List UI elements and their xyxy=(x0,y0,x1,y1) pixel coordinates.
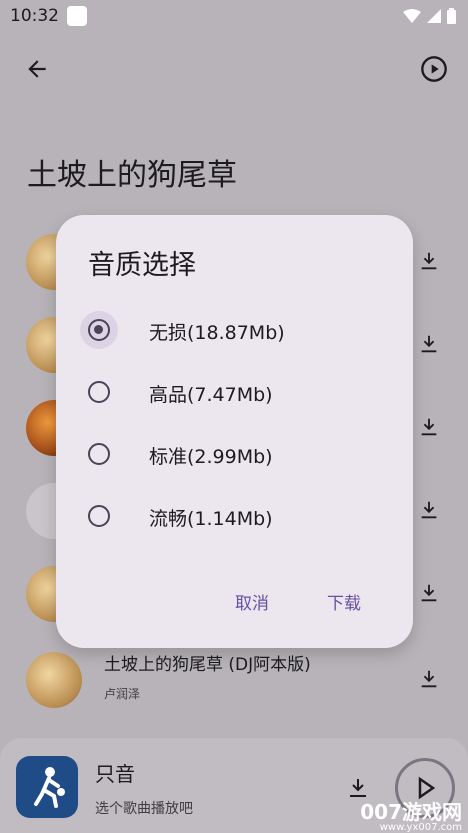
basketball-player-icon xyxy=(34,767,65,808)
player-subtitle: 选个歌曲播放吧 xyxy=(95,801,193,817)
song-artist: 卢润泽 xyxy=(104,687,141,701)
download-icon[interactable] xyxy=(418,333,440,355)
option-label: 高品(7.47Mb) xyxy=(149,384,273,406)
quality-dialog: 音质选择 无损(18.87Mb) 高品(7.47Mb) 标准(2.99Mb) 流… xyxy=(56,215,413,648)
watermark-url: www.yx007.com xyxy=(379,822,462,833)
option-label: 标准(2.99Mb) xyxy=(149,446,273,468)
quality-option-high[interactable]: 高品(7.47Mb) xyxy=(56,363,413,425)
battery-icon xyxy=(447,8,456,24)
dialog-title: 音质选择 xyxy=(88,250,196,281)
status-bar: 10:32 xyxy=(0,0,468,34)
song-title: 土坡上的狗尾草 (DJ阿本版) xyxy=(104,655,311,675)
signal-icon xyxy=(427,9,441,23)
radio-icon[interactable] xyxy=(88,381,110,403)
quality-option-smooth[interactable]: 流畅(1.14Mb) xyxy=(56,487,413,549)
watermark: 007游戏网 xyxy=(360,800,462,824)
list-item[interactable]: 土坡上的狗尾草 (DJ阿本版) 卢润泽 xyxy=(0,640,468,720)
player-cover xyxy=(16,756,78,818)
wifi-icon xyxy=(403,9,421,23)
status-icons xyxy=(403,8,456,24)
download-button[interactable]: 下载 xyxy=(327,589,361,614)
download-icon[interactable] xyxy=(418,416,440,438)
song-cover xyxy=(26,652,82,708)
radio-icon[interactable] xyxy=(88,443,110,465)
mini-player[interactable]: 只音 选个歌曲播放吧 007游戏网 www.yx007.com xyxy=(0,738,468,833)
player-title: 只音 xyxy=(95,762,135,786)
status-time: 10:32 xyxy=(10,6,59,26)
page-title: 土坡上的狗尾草 xyxy=(27,158,237,193)
download-icon[interactable] xyxy=(418,250,440,272)
play-circle-icon[interactable] xyxy=(420,55,448,83)
download-icon[interactable] xyxy=(418,668,440,690)
notification-icon xyxy=(67,6,87,26)
download-icon[interactable] xyxy=(418,582,440,604)
radio-icon[interactable] xyxy=(88,505,110,527)
back-arrow-icon[interactable] xyxy=(24,56,50,82)
download-icon[interactable] xyxy=(418,499,440,521)
quality-option-standard[interactable]: 标准(2.99Mb) xyxy=(56,425,413,487)
cancel-button[interactable]: 取消 xyxy=(235,589,269,614)
dialog-actions: 取消 下载 xyxy=(235,589,361,614)
option-label: 流畅(1.14Mb) xyxy=(149,508,273,530)
radio-selected-icon[interactable] xyxy=(88,319,110,341)
option-label: 无损(18.87Mb) xyxy=(149,322,285,344)
quality-option-lossless[interactable]: 无损(18.87Mb) xyxy=(56,301,413,363)
